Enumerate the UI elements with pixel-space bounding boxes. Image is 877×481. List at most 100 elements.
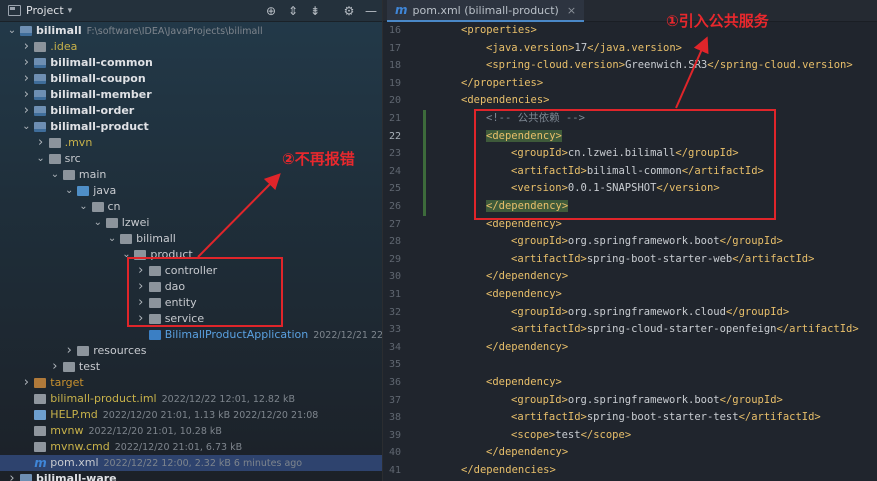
- code-line[interactable]: <artifactId>spring-cloud-starter-openfei…: [511, 321, 859, 339]
- locate-file-icon[interactable]: ⊕: [260, 0, 282, 22]
- chevron-right-icon[interactable]: ›: [49, 359, 61, 375]
- tree-item-label: bilimall-coupon: [50, 72, 146, 85]
- code-line[interactable]: </dependency>: [486, 268, 568, 286]
- code-line[interactable]: <groupId>org.springframework.boot</group…: [511, 233, 783, 251]
- code-line[interactable]: <groupId>org.springframework.cloud</grou…: [511, 304, 789, 322]
- line-number: 37: [388, 394, 401, 406]
- tree-item[interactable]: ⌄ cn: [0, 199, 382, 215]
- code-line[interactable]: </dependency>: [486, 444, 568, 462]
- tree-item[interactable]: mvnw.cmd 2022/12/20 21:01, 6.73 kB: [0, 439, 382, 455]
- folder-icon: [34, 42, 47, 52]
- tree-item[interactable]: BilimallProductApplication 2022/12/21 22:…: [0, 327, 382, 343]
- project-panel-title: Project: [26, 4, 64, 17]
- chevron-down-icon[interactable]: ⌄: [6, 23, 18, 39]
- chevron-down-icon: ▾: [67, 5, 73, 16]
- tree-item-label: HELP.md: [50, 408, 98, 421]
- folder-icon: [48, 154, 61, 164]
- tree-item[interactable]: m pom.xml 2022/12/22 12:00, 2.32 kB 6 minu…: [0, 455, 382, 471]
- code-line[interactable]: <dependency>: [486, 286, 562, 304]
- code-line[interactable]: <scope>test</scope>: [511, 427, 631, 445]
- chevron-down-icon[interactable]: ⌄: [49, 167, 61, 183]
- code-line[interactable]: <properties>: [461, 22, 537, 40]
- chevron-right-icon[interactable]: ›: [6, 471, 18, 481]
- tree-item-meta: 2022/12/21 22:36, 442: [313, 330, 382, 341]
- code-line[interactable]: </properties>: [461, 75, 543, 93]
- chevron-right-icon[interactable]: ›: [20, 71, 32, 87]
- chevron-right-icon[interactable]: ›: [63, 343, 75, 359]
- tree-item-label: target: [50, 376, 84, 389]
- tree-item[interactable]: › test: [0, 359, 382, 375]
- code-line[interactable]: <dependencies>: [461, 92, 550, 110]
- tree-item-label: .mvn: [64, 136, 93, 149]
- markdown-file-icon: [34, 410, 47, 420]
- module-folder-icon: [34, 106, 47, 116]
- tree-item[interactable]: › bilimall-member: [0, 87, 382, 103]
- editor-area: m pom.xml (bilimall-product) × 16 17 18 19 2…: [383, 0, 877, 481]
- line-number: 16: [388, 25, 401, 36]
- project-view-selector[interactable]: Project ▾: [0, 4, 72, 17]
- tree-item[interactable]: HELP.md 2022/12/20 21:01, 1.13 kB 2022/12…: [0, 407, 382, 423]
- gear-icon[interactable]: ⚙: [338, 0, 360, 22]
- tree-item-label: bilimall: [136, 232, 176, 245]
- module-folder-icon: [34, 90, 47, 100]
- code-line[interactable]: <groupId>org.springframework.boot</group…: [511, 392, 783, 410]
- tree-item[interactable]: ⌄ lzwei: [0, 215, 382, 231]
- tab-pom-xml[interactable]: m pom.xml (bilimall-product) ×: [387, 0, 585, 22]
- tree-item[interactable]: › bilimall-coupon: [0, 71, 382, 87]
- code-line[interactable]: <artifactId>spring-boot-starter-test</ar…: [511, 409, 821, 427]
- chevron-right-icon[interactable]: ›: [20, 55, 32, 71]
- tree-item[interactable]: ⌄ bilimall: [0, 231, 382, 247]
- chevron-down-icon[interactable]: ⌄: [92, 215, 104, 231]
- package-icon: [105, 218, 118, 228]
- tree-item[interactable]: › resources: [0, 343, 382, 359]
- code-line[interactable]: </dependencies>: [461, 462, 556, 480]
- chevron-down-icon[interactable]: ⌄: [20, 119, 32, 135]
- line-number: 31: [388, 289, 401, 300]
- tree-item-label: test: [78, 360, 101, 373]
- chevron-down-icon[interactable]: ⌄: [78, 199, 90, 215]
- line-number: 39: [388, 429, 401, 441]
- line-number: 30: [388, 271, 401, 283]
- chevron-right-icon[interactable]: ›: [20, 39, 32, 55]
- tree-item[interactable]: ⌄ main: [0, 167, 382, 183]
- tree-item[interactable]: › .idea: [0, 39, 382, 55]
- tree-item[interactable]: mvnw 2022/12/20 21:01, 10.28 kB: [0, 423, 382, 439]
- tree-item[interactable]: › target: [0, 375, 382, 391]
- chevron-right-icon[interactable]: ›: [20, 103, 32, 119]
- code-line[interactable]: <spring-cloud.version>Greenwich.SR3</spr…: [486, 57, 853, 75]
- tree-item[interactable]: bilimall-product.iml 2022/12/22 12:01, 12…: [0, 391, 382, 407]
- close-icon[interactable]: ×: [567, 4, 576, 17]
- line-number: 36: [388, 377, 401, 388]
- chevron-right-icon[interactable]: ›: [20, 87, 32, 103]
- java-class-icon: [148, 330, 161, 340]
- line-number: 26: [388, 201, 401, 212]
- collapse-all-icon[interactable]: ⇟: [304, 0, 326, 22]
- code-line[interactable]: </dependency>: [486, 339, 568, 357]
- tree-item[interactable]: › bilimall-common: [0, 55, 382, 71]
- tree-item-label: bilimall-order: [50, 104, 135, 117]
- tree-item[interactable]: ⌄ java: [0, 183, 382, 199]
- line-number: 23: [388, 148, 401, 160]
- tree-item[interactable]: › bilimall-order: [0, 103, 382, 119]
- chevron-down-icon[interactable]: ⌄: [106, 231, 118, 247]
- code-line[interactable]: <java.version>17</java.version>: [486, 40, 682, 58]
- folder-icon: [62, 170, 75, 180]
- chevron-right-icon[interactable]: ›: [20, 375, 32, 391]
- line-number: 17: [388, 42, 401, 54]
- tree-item-label: cn: [107, 200, 121, 213]
- chevron-right-icon[interactable]: ›: [35, 135, 47, 151]
- tree-item-label: bilimall-product: [50, 120, 149, 133]
- hide-icon[interactable]: —: [360, 0, 382, 22]
- maven-file-icon: m: [34, 456, 47, 470]
- code-line[interactable]: <dependency>: [486, 374, 562, 392]
- chevron-down-icon[interactable]: ⌄: [35, 151, 47, 167]
- tree-item[interactable]: ⌄ bilimall-product: [0, 119, 382, 135]
- expand-all-icon[interactable]: ⇕: [282, 0, 304, 22]
- tree-item[interactable]: ⌄ bilimall F:\software\IDEA\JavaProjects\b…: [0, 23, 382, 39]
- code-line[interactable]: <artifactId>spring-boot-starter-web</art…: [511, 251, 814, 269]
- module-folder-icon: [34, 122, 47, 132]
- line-number: 24: [388, 165, 401, 177]
- chevron-down-icon[interactable]: ⌄: [63, 183, 75, 199]
- tree-item-label: java: [93, 184, 117, 197]
- tree-item[interactable]: › bilimall-ware: [0, 471, 382, 481]
